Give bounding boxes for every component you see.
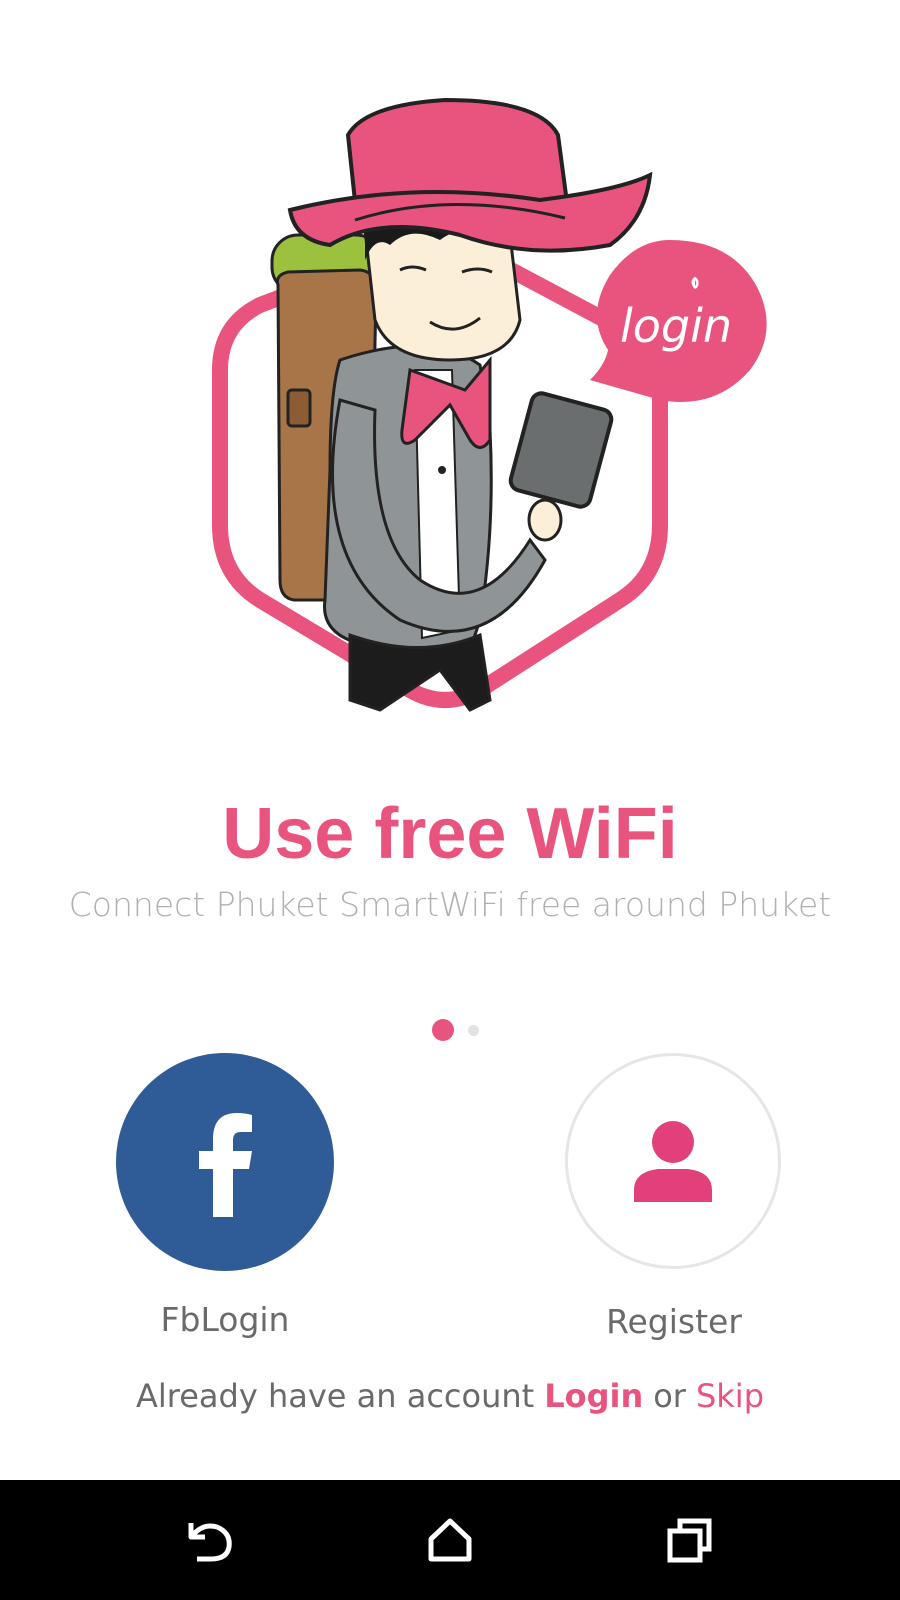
account-prompt-text: Already have an account	[136, 1377, 535, 1415]
home-button[interactable]	[414, 1504, 486, 1576]
facebook-login-label: FbLogin	[160, 1300, 290, 1339]
page-dot-active[interactable]	[431, 1019, 454, 1041]
headline: Use free WiFi	[222, 794, 678, 874]
page-dot-inactive[interactable]	[467, 1024, 479, 1036]
register-button[interactable]	[565, 1053, 781, 1269]
bubble-text: login	[620, 299, 732, 353]
onboarding-screen: login Use free WiFi Connect Phuket Smart…	[0, 0, 900, 1600]
system-navigation-bar	[0, 1480, 900, 1600]
home-icon	[428, 1518, 472, 1562]
recent-apps-button[interactable]	[654, 1504, 726, 1576]
back-button[interactable]	[174, 1504, 246, 1576]
recent-apps-icon	[667, 1518, 712, 1563]
or-text: or	[653, 1377, 686, 1415]
person-icon	[634, 1121, 712, 1202]
skip-link[interactable]: Skip	[696, 1377, 764, 1415]
subtitle: Connect Phuket SmartWiFi free around Phu…	[68, 885, 832, 924]
back-icon	[188, 1523, 232, 1562]
account-prompt-row: Already have an account Login or Skip	[0, 1377, 900, 1415]
login-link[interactable]: Login	[544, 1377, 643, 1415]
traveler-illustration: login	[212, 97, 767, 712]
page-indicator	[0, 1018, 900, 1042]
facebook-icon	[199, 1113, 252, 1217]
register-label: Register	[606, 1302, 742, 1341]
facebook-login-button[interactable]	[116, 1053, 334, 1271]
